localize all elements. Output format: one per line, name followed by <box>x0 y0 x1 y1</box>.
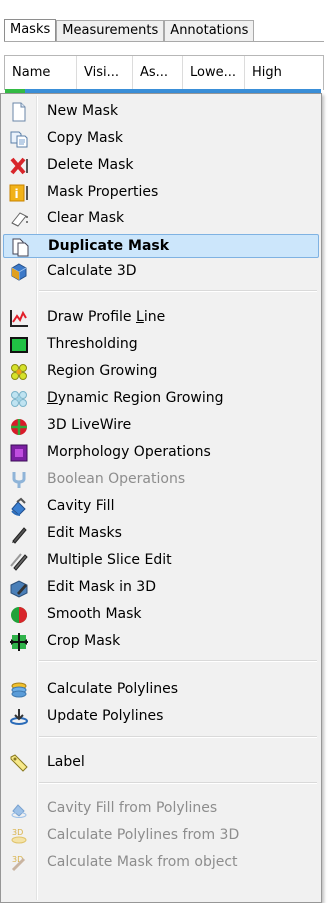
column-header-lower[interactable]: Lowe... <box>183 56 245 90</box>
menu-item-region-growing[interactable]: Region Growing <box>3 360 319 384</box>
menu-item-label: Crop Mask <box>47 633 121 649</box>
svg-text:3D: 3D <box>12 828 23 837</box>
menu-item-calculate-polylines-from-3d: 3D Calculate Polylines from 3D <box>3 824 319 848</box>
menu-item-cavity-fill-from-polylines: Cavity Fill from Polylines <box>3 797 319 821</box>
label-tag-icon <box>9 753 29 773</box>
menu-separator <box>39 290 317 292</box>
cavity-fill-polylines-icon <box>9 799 29 819</box>
menu-item-new-mask[interactable]: New Mask <box>3 100 319 124</box>
menu-item-calculate-mask-from-object: 3D Calculate Mask from object <box>3 851 319 875</box>
cavity-fill-icon <box>9 497 29 517</box>
tab-annotations[interactable]: Annotations <box>164 20 255 41</box>
menu-item-mask-properties[interactable]: i Mask Properties <box>3 181 319 205</box>
menu-item-label: 3D LiveWire <box>47 417 132 433</box>
menu-item-label: Copy Mask <box>47 130 124 146</box>
menu-separator <box>39 660 317 662</box>
profile-line-icon <box>9 308 29 328</box>
menu-item-edit-masks[interactable]: Edit Masks <box>3 522 319 546</box>
column-header-assigned[interactable]: As... <box>133 56 183 90</box>
threshold-icon <box>9 335 29 355</box>
menu-item-label: Edit Mask in 3D <box>47 579 156 595</box>
menu-item-duplicate-mask[interactable]: Duplicate Mask <box>3 234 319 258</box>
menu-item-edit-mask-in-3d[interactable]: Edit Mask in 3D <box>3 576 319 600</box>
menu-item-label: Duplicate Mask <box>48 238 170 254</box>
boolean-icon <box>9 470 29 490</box>
menu-item-label: Label <box>47 754 85 770</box>
menu-item-label[interactable]: Label <box>3 751 319 775</box>
edit-3d-icon <box>9 578 29 598</box>
dynamic-region-growing-icon <box>9 389 29 409</box>
table-header: Name Visi... As... Lowe... High <box>4 55 324 90</box>
morphology-icon <box>9 443 29 463</box>
menu-item-label: Calculate 3D <box>47 263 137 279</box>
tab-measurements[interactable]: Measurements <box>56 20 165 41</box>
pencil-icon <box>9 524 29 544</box>
menu-item-calculate-3d[interactable]: Calculate 3D <box>3 260 319 284</box>
menu-item-3d-livewire[interactable]: 3D LiveWire <box>3 414 319 438</box>
menu-item-morphology-operations[interactable]: Morphology Operations <box>3 441 319 465</box>
menu-item-cavity-fill[interactable]: Cavity Fill <box>3 495 319 519</box>
region-growing-icon <box>9 362 29 382</box>
column-header-high[interactable]: High <box>245 56 323 90</box>
menu-item-label: Dynamic Region Growing <box>47 390 224 406</box>
delete-x-icon <box>9 156 29 176</box>
menu-item-boolean-operations: Boolean Operations <box>3 468 319 492</box>
eraser-icon <box>9 209 29 229</box>
menu-item-label: Cavity Fill from Polylines <box>47 800 218 816</box>
menu-item-label: Cavity Fill <box>47 498 115 514</box>
cube-3d-icon <box>9 262 29 282</box>
menu-item-multiple-slice-edit[interactable]: Multiple Slice Edit <box>3 549 319 573</box>
info-icon: i <box>9 183 29 203</box>
masks-panel: Masks Measurements Annotations Name Visi… <box>0 0 328 95</box>
tab-masks[interactable]: Masks <box>4 19 57 42</box>
menu-item-update-polylines[interactable]: Update Polylines <box>3 705 319 729</box>
menu-item-label: Update Polylines <box>47 708 164 724</box>
column-header-name[interactable]: Name <box>5 56 77 90</box>
update-polylines-icon <box>9 707 29 727</box>
polylines-3d-icon: 3D <box>9 826 29 846</box>
menu-item-smooth-mask[interactable]: Smooth Mask <box>3 603 319 627</box>
new-document-icon <box>9 102 29 122</box>
menu-item-label: Mask Properties <box>47 184 159 200</box>
tab-bar: Masks Measurements Annotations <box>4 19 255 42</box>
mask-from-object-icon: 3D <box>9 853 29 873</box>
menu-separator <box>39 782 317 784</box>
menu-item-label: New Mask <box>47 103 119 119</box>
menu-item-label: Smooth Mask <box>47 606 142 622</box>
menu-item-label: Calculate Polylines from 3D <box>47 827 240 843</box>
menu-item-copy-mask[interactable]: Copy Mask <box>3 127 319 151</box>
crop-icon <box>9 632 29 652</box>
column-header-visible[interactable]: Visi... <box>77 56 133 90</box>
menu-item-label: Calculate Polylines <box>47 681 179 697</box>
menu-item-label: Delete Mask <box>47 157 134 173</box>
polylines-icon <box>9 680 29 700</box>
menu-item-label: Morphology Operations <box>47 444 211 460</box>
menu-separator <box>39 736 317 738</box>
menu-item-label: Edit Masks <box>47 525 122 541</box>
context-menu: New Mask Copy Mask Delete Mask i Mask Proper… <box>0 93 322 903</box>
menu-item-dynamic-region-growing[interactable]: Dynamic Region Growing <box>3 387 319 411</box>
menu-item-crop-mask[interactable]: Crop Mask <box>3 630 319 654</box>
livewire-icon <box>9 416 29 436</box>
multi-slice-pencil-icon <box>9 551 29 571</box>
smooth-icon <box>9 605 29 625</box>
menu-item-delete-mask[interactable]: Delete Mask <box>3 154 319 178</box>
tab-divider <box>4 41 324 42</box>
menu-item-calculate-polylines[interactable]: Calculate Polylines <box>3 678 319 702</box>
svg-text:i: i <box>15 187 19 201</box>
copy-icon <box>9 129 29 149</box>
menu-item-draw-profile-line[interactable]: Draw Profile Line <box>3 306 319 330</box>
menu-item-label: Region Growing <box>47 363 158 379</box>
menu-item-label: Draw Profile Line <box>47 309 166 325</box>
menu-item-label: Calculate Mask from object <box>47 854 238 870</box>
menu-item-label: Thresholding <box>47 336 138 352</box>
duplicate-icon <box>10 237 30 257</box>
menu-item-label: Boolean Operations <box>47 471 186 487</box>
menu-item-label: Clear Mask <box>47 210 125 226</box>
menu-item-thresholding[interactable]: Thresholding <box>3 333 319 357</box>
menu-item-clear-mask[interactable]: Clear Mask <box>3 207 319 231</box>
menu-item-label: Multiple Slice Edit <box>47 552 172 568</box>
